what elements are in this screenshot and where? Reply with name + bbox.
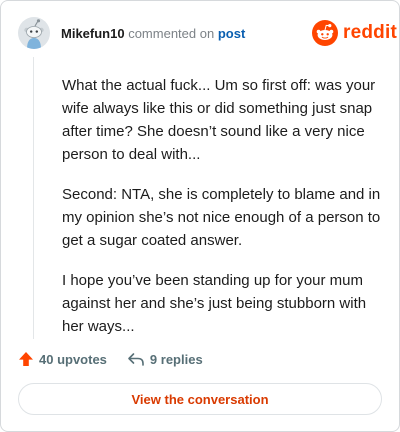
comment-paragraph: Second: NTA, she is completely to blame … [62, 186, 381, 249]
view-conversation-button[interactable]: View the conversation [18, 383, 382, 415]
comment-paragraph: I hope you’ve been standing up for your … [62, 272, 367, 335]
comment-footer: 40 upvotes 9 replies [18, 348, 203, 370]
comment-card: Mikefun10 commented on post reddit What … [0, 0, 400, 432]
thread-line [33, 57, 34, 339]
post-link[interactable]: post [218, 26, 245, 41]
comment-body: What the actual fuck... Um so first off:… [62, 74, 382, 355]
comment-paragraph: What the actual fuck... Um so first off:… [62, 77, 376, 163]
comment-header: Mikefun10 commented on post [61, 26, 245, 42]
reddit-wordmark: reddit [343, 22, 397, 43]
reply-count: 9 replies [149, 351, 203, 367]
upvote-arrow-icon [19, 352, 33, 366]
username[interactable]: Mikefun10 [61, 26, 125, 41]
reddit-logo[interactable]: reddit [312, 19, 397, 47]
replies[interactable]: 9 replies [127, 351, 203, 367]
avatar[interactable] [18, 17, 50, 49]
upvotes[interactable]: 40 upvotes [18, 351, 107, 367]
upvote-count: 40 upvotes [39, 351, 107, 367]
view-conversation-label: View the conversation [131, 391, 269, 407]
snoo-avatar-icon [18, 17, 50, 49]
comment-action-text: commented on [128, 26, 215, 41]
reply-arrow-icon [128, 353, 144, 366]
reddit-snoo-icon [312, 20, 338, 46]
